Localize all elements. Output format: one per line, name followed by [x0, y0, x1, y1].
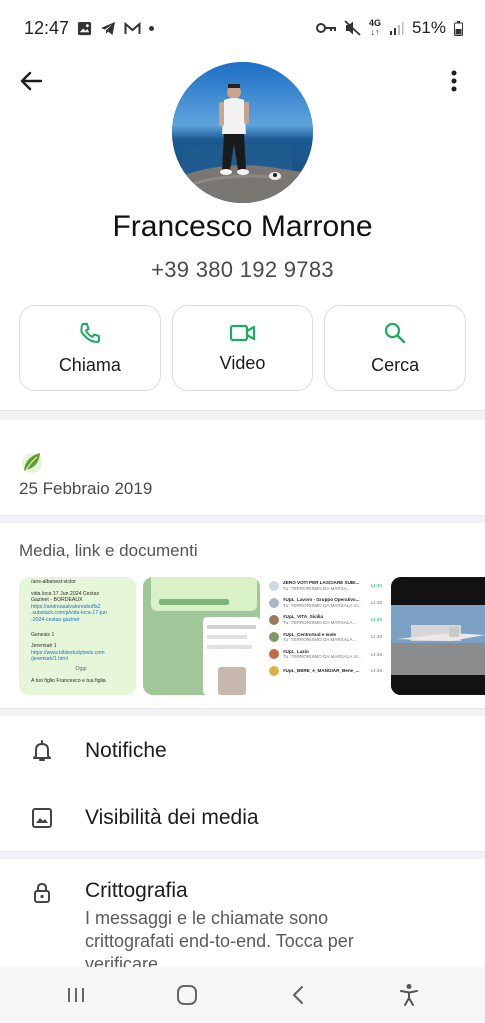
call-label: Chiama [58, 354, 121, 375]
thumb-line: .substack.com/p/vida-loca-17-jun [31, 610, 107, 617]
search-button[interactable]: Cerca [324, 305, 467, 391]
mute-icon [344, 20, 361, 36]
chat-row-time: 14:45 [370, 599, 383, 605]
media-thumb[interactable] [143, 577, 260, 695]
encryption-subtitle: I messaggi e le chiamate sono crittograf… [85, 908, 354, 967]
home-button[interactable] [157, 975, 217, 1015]
chat-row-sub: Tu: TERRORISMO DA MARSA... [283, 585, 351, 591]
telegram-icon [100, 21, 116, 36]
network-arrows: ↓↑ [370, 27, 380, 37]
thumb-line: /ans-albanesi-victor [31, 579, 76, 585]
notifications-row[interactable]: Notifiche [0, 727, 485, 775]
back-button[interactable] [14, 64, 48, 98]
video-button[interactable]: Video [171, 305, 314, 391]
thumb-line: Genesis 1 [31, 631, 55, 638]
chevron-left-icon [293, 985, 304, 1005]
chat-row-title: #UpL_Lavoro - Gruppo Operativo... [283, 597, 360, 603]
notification-dot-icon [149, 25, 155, 31]
encryption-title[interactable]: Crittografia [85, 879, 188, 903]
thumb-line: https://www.biblestudytools.com [31, 649, 105, 656]
encryption-row[interactable] [0, 878, 80, 908]
media-thumb[interactable]: /ans-albanesi-victor vida loca 17 Jun 20… [19, 577, 136, 695]
chat-row-sub: Tu: TERRORISMO DA MARSALA VI... [283, 654, 362, 660]
status-leaf-icon [20, 449, 44, 475]
more-vert-icon [451, 70, 457, 92]
media-section-title[interactable]: Media, link e documenti [19, 541, 198, 561]
key-icon [315, 22, 336, 34]
thumb-line: https://andreasalvatoresbuffa2 [31, 603, 101, 610]
chat-row-time: 14:45 [370, 617, 383, 623]
system-nav-bar [0, 967, 485, 1023]
chat-row-time: 14:46 [370, 582, 383, 588]
chat-row-title: #UpL_BERE_e_MANGIAR_Bene_... [283, 668, 360, 674]
accessibility-button[interactable] [379, 975, 439, 1015]
more-options-button[interactable] [437, 64, 471, 98]
thumb-line: vida loca 17 Jun 2024 Cestas [31, 590, 100, 597]
search-icon [385, 322, 406, 343]
chat-row-sub: Tu: TERRORISMO DA MARSALA VI... [283, 602, 362, 608]
phone-icon [80, 322, 100, 343]
contact-phone[interactable]: +39 380 192 9783 [0, 257, 485, 283]
contact-name: Francesco Marrone [112, 210, 373, 243]
recents-icon [67, 988, 84, 1002]
contact-actions: Chiama Video Cerca [19, 305, 467, 391]
chat-row-title: ZERO VOTI PER LASCIARE SUBI... [283, 580, 360, 585]
home-icon [176, 985, 197, 1005]
section-divider [0, 708, 485, 716]
video-label: Video [219, 352, 266, 373]
notifications-label: Notifiche [85, 739, 167, 762]
thumb-line: Oggi [75, 665, 87, 672]
media-visibility-label: Visibilità dei media [85, 806, 259, 829]
chat-row-time: 14:46 [370, 634, 383, 640]
status-time: 12:47 [24, 17, 70, 38]
media-thumb[interactable] [391, 577, 485, 695]
gallery-icon [77, 21, 92, 36]
media-strip: /ans-albanesi-victor vida loca 17 Jun 20… [19, 577, 485, 695]
media-visibility-row[interactable]: Visibilità dei media [0, 794, 485, 842]
section-divider [0, 410, 485, 420]
battery-percent: 51% [411, 18, 446, 37]
bell-icon [33, 740, 51, 761]
contact-avatar[interactable] [172, 62, 313, 203]
chat-row-sub: Tu: TERRORISMO DA MARSALA... [283, 637, 357, 643]
nav-back-button[interactable] [268, 975, 328, 1015]
signal-icon [389, 21, 404, 36]
chat-row-time: 14:46 [370, 651, 383, 657]
accessibility-icon [400, 984, 419, 1006]
search-label: Cerca [371, 354, 420, 375]
lock-icon [34, 882, 50, 903]
section-divider [0, 515, 485, 523]
thumb-line: Jeremiah 1 [31, 643, 57, 650]
media-thumb[interactable]: ZERO VOTI PER LASCIARE SUBI... Tu: TERRO… [267, 577, 384, 695]
network-type: 4G ↓↑ [369, 19, 381, 37]
call-button[interactable]: Chiama [19, 305, 161, 391]
chat-row-time: 14:46 [370, 668, 383, 674]
video-icon [229, 324, 255, 341]
recents-button[interactable] [46, 975, 106, 1015]
about-date: 25 Febbraio 2019 [19, 479, 153, 498]
thumb-line: A tuo figlio Francesco e tua figlia [31, 677, 106, 684]
chat-row-sub: Tu: TERRORISMO DA MARSALA... [283, 619, 357, 625]
section-divider [0, 851, 485, 859]
thumb-line: -2024-cestas-gazinet [31, 616, 80, 623]
thumb-line: /jeremiah/1.html [31, 656, 68, 663]
back-arrow-icon [20, 71, 42, 91]
image-icon [32, 808, 52, 828]
status-bar: 12:47 4G ↓↑ 51% [0, 0, 485, 56]
battery-icon [454, 20, 463, 36]
mail-icon [124, 21, 141, 35]
thumb-line: Gazinet - BORDEAUX [31, 597, 83, 604]
